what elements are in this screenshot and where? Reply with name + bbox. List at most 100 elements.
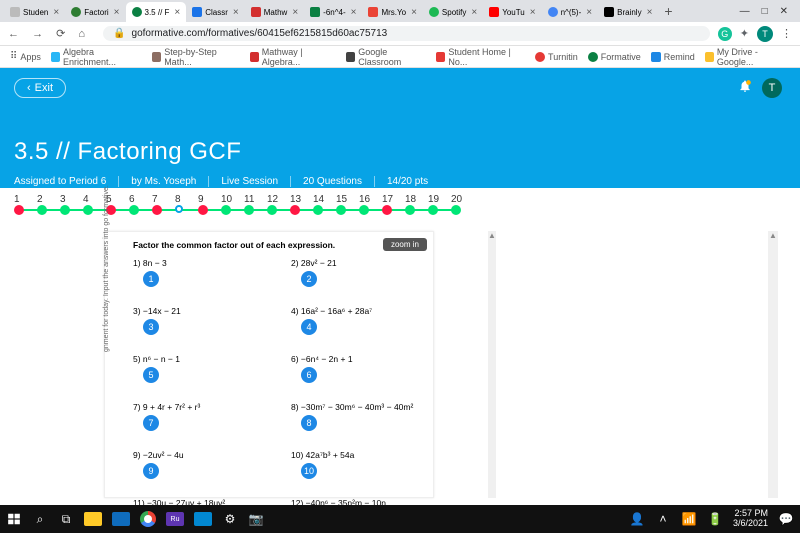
bookmark-item[interactable]: Formative	[588, 52, 641, 62]
browser-tab[interactable]: -6n^4-×	[304, 2, 362, 22]
question-number[interactable]: 10	[221, 194, 244, 205]
question-number[interactable]: 3	[60, 194, 83, 205]
question-dot[interactable]	[382, 205, 392, 215]
exit-button[interactable]: ‹ Exit	[14, 78, 66, 98]
problem-number-bubble[interactable]: 9	[143, 463, 159, 479]
bookmark-item[interactable]: Algebra Enrichment...	[51, 47, 142, 67]
bookmark-item[interactable]: Google Classroom	[346, 47, 426, 67]
action-center-icon[interactable]: 💬	[778, 511, 794, 527]
task-view-icon[interactable]: ⧉	[58, 511, 74, 527]
people-icon[interactable]: 👤	[629, 511, 645, 527]
tab-close-icon[interactable]: ×	[351, 7, 357, 18]
wifi-icon[interactable]: 📶	[681, 511, 697, 527]
bookmark-item[interactable]: Remind	[651, 52, 695, 62]
nav-back-icon[interactable]: ←	[8, 28, 19, 40]
tab-close-icon[interactable]: ×	[174, 7, 180, 18]
question-number[interactable]: 6	[129, 194, 152, 205]
bookmark-apps[interactable]: ⠿Apps	[10, 51, 41, 62]
page-scrollbar[interactable]: ▲	[768, 231, 778, 498]
problem-number-bubble[interactable]: 3	[143, 319, 159, 335]
tab-close-icon[interactable]: ×	[53, 7, 59, 18]
window-maximize-icon[interactable]: □	[762, 6, 768, 17]
question-dot[interactable]	[60, 205, 70, 215]
problem-number-bubble[interactable]: 1	[143, 271, 159, 287]
bookmark-item[interactable]: Student Home | No...	[436, 47, 525, 67]
start-menu-icon[interactable]	[6, 511, 22, 527]
problem-number-bubble[interactable]: 6	[301, 367, 317, 383]
question-dot[interactable]	[83, 205, 93, 215]
user-avatar[interactable]: T	[762, 78, 782, 98]
tab-close-icon[interactable]: ×	[292, 7, 298, 18]
question-number[interactable]: 16	[359, 194, 382, 205]
question-number[interactable]: 19	[428, 194, 451, 205]
browser-menu-icon[interactable]: ⋮	[781, 27, 792, 40]
question-dot[interactable]	[175, 205, 183, 213]
bell-icon[interactable]	[738, 79, 752, 98]
rush-icon[interactable]: Ru	[166, 512, 184, 526]
bookmark-item[interactable]: Turnitin	[535, 52, 578, 62]
question-dot[interactable]	[221, 205, 231, 215]
question-number[interactable]: 20	[451, 194, 474, 205]
question-number[interactable]: 8	[175, 194, 198, 205]
problem-number-bubble[interactable]: 8	[301, 415, 317, 431]
question-dot[interactable]	[428, 205, 438, 215]
tab-close-icon[interactable]: ×	[647, 7, 653, 18]
question-dot[interactable]	[37, 205, 47, 215]
question-dot[interactable]	[198, 205, 208, 215]
window-minimize-icon[interactable]: —	[740, 6, 750, 17]
question-dot[interactable]	[359, 205, 369, 215]
zoom-in-button[interactable]: zoom in	[383, 238, 427, 251]
question-number[interactable]: 17	[382, 194, 405, 205]
question-dot[interactable]	[290, 205, 300, 215]
problem-number-bubble[interactable]: 2	[301, 271, 317, 287]
file-explorer-icon[interactable]	[84, 512, 102, 526]
question-dot[interactable]	[14, 205, 24, 215]
extensions-icon[interactable]: ✦	[740, 27, 749, 40]
new-tab-button[interactable]: +	[664, 3, 672, 19]
question-dot[interactable]	[451, 205, 461, 215]
browser-tab[interactable]: n^(5)-×	[542, 2, 599, 22]
browser-tab[interactable]: Spotify×	[423, 2, 483, 22]
battery-icon[interactable]: 🔋	[707, 511, 723, 527]
nav-reload-icon[interactable]: ⟳	[56, 28, 65, 40]
url-bar[interactable]: 🔒 goformative.com/formatives/60415ef6215…	[103, 26, 710, 41]
question-number[interactable]: 15	[336, 194, 359, 205]
question-dot[interactable]	[267, 205, 277, 215]
browser-tab[interactable]: Brainly×	[598, 2, 658, 22]
question-number[interactable]: 1	[14, 194, 37, 205]
tab-close-icon[interactable]: ×	[114, 7, 120, 18]
problem-number-bubble[interactable]: 10	[301, 463, 317, 479]
bookmark-item[interactable]: Mathway | Algebra...	[250, 47, 336, 67]
nav-forward-icon[interactable]: →	[32, 28, 43, 40]
system-clock[interactable]: 2:57 PM 3/6/2021	[733, 509, 768, 529]
browser-tab[interactable]: Mathw×	[245, 2, 304, 22]
tab-close-icon[interactable]: ×	[530, 7, 536, 18]
browser-tab-active[interactable]: 3.5 // F×	[126, 2, 187, 22]
browser-tab[interactable]: Mrs.Yo×	[362, 2, 422, 22]
search-icon[interactable]: ⌕	[32, 511, 48, 527]
tab-close-icon[interactable]: ×	[411, 7, 417, 18]
question-number[interactable]: 14	[313, 194, 336, 205]
question-number[interactable]: 13	[290, 194, 313, 205]
question-number[interactable]: 7	[152, 194, 175, 205]
photos-icon[interactable]	[194, 512, 212, 526]
question-dot[interactable]	[336, 205, 346, 215]
bookmark-item[interactable]: Step-by-Step Math...	[152, 47, 240, 67]
settings-icon[interactable]: ⚙	[222, 511, 238, 527]
window-close-icon[interactable]: ✕	[780, 6, 788, 17]
question-dot[interactable]	[129, 205, 139, 215]
question-number[interactable]: 9	[198, 194, 221, 205]
question-dot[interactable]	[313, 205, 323, 215]
question-number[interactable]: 11	[244, 194, 267, 205]
question-dot[interactable]	[244, 205, 254, 215]
tab-close-icon[interactable]: ×	[586, 7, 592, 18]
nav-home-icon[interactable]: ⌂	[78, 28, 85, 40]
tray-chevron-icon[interactable]: ˄	[655, 511, 671, 527]
grammarly-ext-icon[interactable]: G	[718, 27, 732, 41]
problem-number-bubble[interactable]: 7	[143, 415, 159, 431]
question-dot[interactable]	[405, 205, 415, 215]
tab-close-icon[interactable]: ×	[233, 7, 239, 18]
question-number[interactable]: 12	[267, 194, 290, 205]
inner-scrollbar[interactable]: ▲	[488, 231, 496, 498]
question-number[interactable]: 18	[405, 194, 428, 205]
